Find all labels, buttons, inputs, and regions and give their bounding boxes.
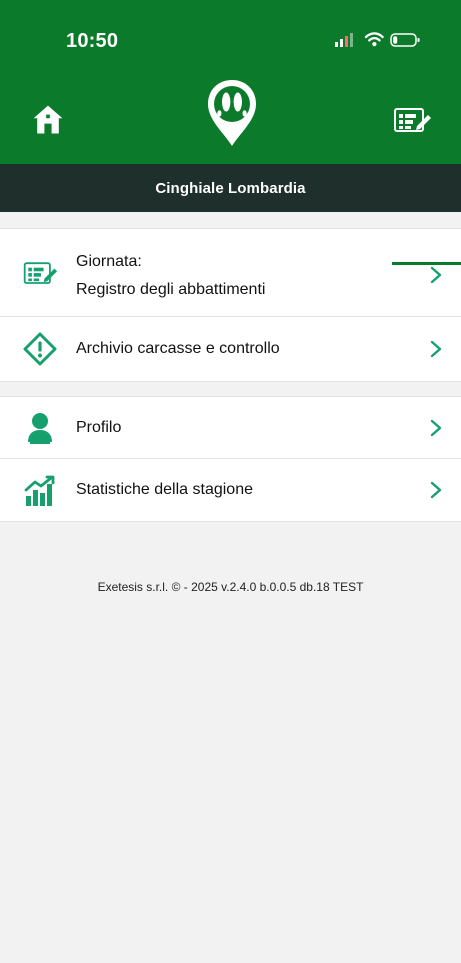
signal-icon: [335, 33, 353, 47]
app-header: [0, 80, 461, 164]
menu-item-label-line-1: Giornata:: [76, 253, 142, 270]
menu-item-carcasses-archive[interactable]: Archivio carcasse e controllo: [0, 317, 461, 381]
stats-chart-icon: [24, 475, 55, 506]
register-icon: [23, 262, 58, 284]
battery-icon: [390, 33, 420, 47]
subheader-bar: Cinghiale Lombardia: [0, 164, 461, 212]
user-icon: [28, 413, 52, 444]
status-bar: 10:50: [0, 0, 461, 86]
warning-diamond-icon: [23, 332, 57, 366]
chevron-right-icon: [430, 266, 442, 284]
menu-item-profile[interactable]: Profilo: [0, 397, 461, 459]
menu-item-season-stats[interactable]: Statistiche della stagione: [0, 459, 461, 521]
chevron-right-icon: [430, 481, 442, 499]
wifi-icon: [364, 32, 384, 47]
status-time: 10:50: [66, 30, 119, 52]
progress-line: [392, 262, 461, 265]
menu-group-secondary: Profilo Statistiche della stagione: [0, 396, 461, 522]
chevron-right-icon: [430, 419, 442, 437]
menu-item-register[interactable]: Giornata: Registro degli abbattimenti: [0, 229, 461, 317]
boar-footprint-logo-icon: [208, 80, 256, 146]
footer-version-text: Exetesis s.r.l. © - 2025 v.2.4.0 b.0.0.5…: [97, 580, 364, 594]
register-icon[interactable]: [392, 106, 432, 136]
menu-item-label: Archivio carcasse e controllo: [76, 340, 280, 357]
menu-item-label: Profilo: [76, 419, 122, 436]
page-title: Cinghiale Lombardia: [155, 179, 306, 197]
status-indicators: [335, 32, 420, 47]
home-icon[interactable]: [30, 102, 66, 138]
chevron-right-icon: [430, 340, 442, 358]
menu-group-primary: Giornata: Registro degli abbattimenti Ar…: [0, 228, 461, 382]
menu-item-label: Statistiche della stagione: [76, 481, 253, 498]
menu-item-label-line-2: Registro degli abbattimenti: [76, 281, 266, 298]
